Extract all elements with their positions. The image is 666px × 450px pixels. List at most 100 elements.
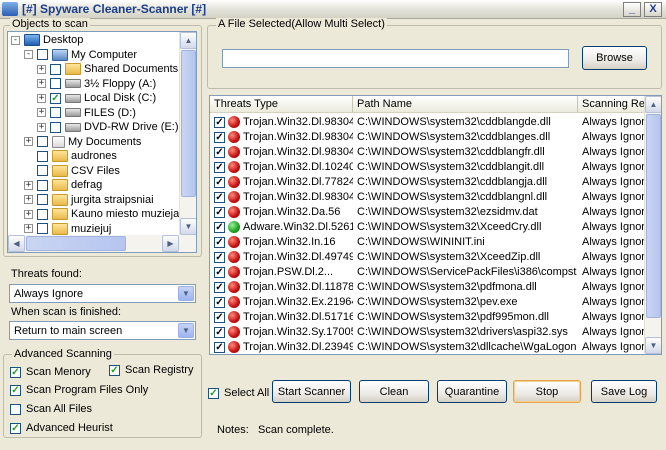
checkbox-icon[interactable] bbox=[214, 237, 225, 248]
checkbox-icon[interactable] bbox=[214, 267, 225, 278]
clean-button[interactable]: Clean bbox=[359, 380, 429, 403]
expand-icon[interactable]: + bbox=[37, 64, 46, 74]
expand-icon[interactable]: + bbox=[37, 79, 46, 88]
browse-button[interactable]: Browse bbox=[582, 46, 647, 70]
list-row[interactable]: Trojan.Win32.Dl.239496 C:\WINDOWS\system3… bbox=[210, 340, 644, 354]
checkbox-icon[interactable] bbox=[50, 92, 61, 104]
tree-node[interactable]: + My Documents bbox=[24, 135, 141, 149]
collapse-icon[interactable]: - bbox=[11, 35, 20, 45]
checkbox-icon[interactable] bbox=[37, 223, 48, 234]
scroll-thumb-horizontal[interactable] bbox=[26, 236, 126, 251]
list-row[interactable]: Trojan.Win32.Dl.98304 C:\WINDOWS\system32… bbox=[210, 145, 644, 160]
checkbox-icon[interactable] bbox=[214, 192, 225, 203]
expand-icon[interactable]: + bbox=[37, 93, 46, 103]
checkbox-icon[interactable] bbox=[214, 222, 225, 233]
list-row[interactable]: Trojan.Win32.Dl.98304 C:\WINDOWS\system32… bbox=[210, 130, 644, 145]
tree-node[interactable]: CSV Files bbox=[24, 164, 120, 178]
tree-node[interactable]: + Shared Documents bbox=[37, 62, 178, 76]
checkbox-icon[interactable] bbox=[214, 297, 225, 308]
scroll-thumb[interactable] bbox=[181, 50, 196, 197]
scan-program-files-checkbox[interactable]: Scan Program Files Only bbox=[10, 384, 148, 396]
checkbox-icon[interactable] bbox=[50, 107, 61, 118]
list-row[interactable]: Trojan.Win32.Dl.102400 C:\WINDOWS\system3… bbox=[210, 160, 644, 175]
checkbox-icon[interactable] bbox=[214, 327, 225, 338]
checkbox-icon[interactable] bbox=[214, 207, 225, 218]
tree-node[interactable]: - My Computer bbox=[24, 48, 137, 62]
chevron-down-icon[interactable]: ▼ bbox=[178, 286, 194, 301]
tree-vertical-scrollbar[interactable]: ▲ ▼ bbox=[179, 32, 196, 235]
list-row[interactable]: Trojan.Win32.Dl.497496 C:\WINDOWS\system3… bbox=[210, 250, 644, 265]
expand-icon[interactable]: + bbox=[37, 108, 46, 117]
advanced-heurist-checkbox[interactable]: Advanced Heurist bbox=[10, 422, 113, 434]
threats-list[interactable]: Threats Type Path Name Scanning Result T… bbox=[209, 95, 662, 355]
checkbox-icon[interactable] bbox=[214, 132, 225, 143]
expand-icon[interactable]: + bbox=[24, 180, 33, 190]
list-row[interactable]: Trojan.Win32.Sy.17005 C:\WINDOWS\system32… bbox=[210, 325, 644, 340]
scroll-down-arrow-icon[interactable]: ▼ bbox=[180, 218, 196, 235]
list-row[interactable]: Trojan.Win32.Dl.98304 C:\WINDOWS\system32… bbox=[210, 115, 644, 130]
checkbox-icon[interactable] bbox=[37, 49, 48, 60]
checkbox-icon[interactable] bbox=[214, 177, 225, 188]
column-header-path-name[interactable]: Path Name bbox=[353, 96, 578, 113]
checkbox-icon[interactable] bbox=[50, 121, 61, 133]
checkbox-icon[interactable] bbox=[37, 194, 48, 205]
scroll-left-arrow-icon[interactable]: ◀ bbox=[8, 235, 25, 252]
expand-icon[interactable]: + bbox=[24, 224, 33, 233]
select-all-checkbox[interactable]: Select All bbox=[208, 387, 269, 399]
list-row[interactable]: Trojan.Win32.Dl.77824 C:\WINDOWS\system32… bbox=[210, 175, 644, 190]
list-row[interactable]: Adware.Win32.Dl.526184 C:\WINDOWS\system3… bbox=[210, 220, 644, 235]
scroll-down-arrow-icon[interactable]: ▼ bbox=[645, 337, 661, 354]
list-row[interactable]: Trojan.PSW.Dl.2... C:\WINDOWS\ServicePack… bbox=[210, 265, 644, 280]
list-row[interactable]: Trojan.Win32.In.16 C:\WINDOWS\WININIT.ini… bbox=[210, 235, 644, 250]
tree-node[interactable]: + FILES (D:) bbox=[37, 106, 136, 120]
scroll-up-arrow-icon[interactable]: ▲ bbox=[645, 96, 661, 113]
checkbox-icon[interactable] bbox=[37, 136, 48, 147]
list-row[interactable]: Trojan.Win32.Dl.51716 C:\WINDOWS\system32… bbox=[210, 310, 644, 325]
scroll-thumb[interactable] bbox=[646, 114, 661, 318]
checkbox-icon[interactable] bbox=[50, 78, 61, 89]
expand-icon[interactable]: + bbox=[24, 209, 33, 219]
scan-memory-checkbox[interactable]: Scan Menory bbox=[10, 366, 91, 378]
checkbox-icon[interactable] bbox=[50, 63, 61, 75]
minimize-button[interactable]: _ bbox=[623, 2, 641, 17]
tree-node[interactable]: + jurgita straipsniai bbox=[24, 193, 154, 207]
scroll-up-arrow-icon[interactable]: ▲ bbox=[180, 32, 196, 49]
collapse-icon[interactable]: - bbox=[24, 50, 33, 59]
list-row[interactable]: Trojan.Win32.Da.56 C:\WINDOWS\system32\ez… bbox=[210, 205, 644, 220]
stop-button[interactable]: Stop bbox=[513, 380, 581, 403]
list-vertical-scrollbar[interactable]: ▲ ▼ bbox=[644, 96, 661, 354]
scan-registry-checkbox[interactable]: Scan Registry bbox=[109, 364, 193, 376]
threats-found-dropdown[interactable]: Always Ignore ▼ bbox=[9, 284, 196, 303]
tree-horizontal-scrollbar[interactable]: ◀ ▶ bbox=[8, 235, 196, 252]
checkbox-icon[interactable] bbox=[214, 252, 225, 263]
tree-node[interactable]: - Desktop bbox=[11, 33, 83, 47]
checkbox-icon[interactable] bbox=[10, 384, 21, 396]
file-path-input[interactable] bbox=[222, 49, 569, 68]
checkbox-icon[interactable] bbox=[214, 342, 225, 353]
checkbox-icon[interactable] bbox=[10, 422, 21, 434]
checkbox-icon[interactable] bbox=[214, 147, 225, 158]
list-row[interactable]: Trojan.Win32.Dl.118784 C:\WINDOWS\system3… bbox=[210, 280, 644, 295]
chevron-down-icon[interactable]: ▼ bbox=[178, 323, 194, 338]
tree-node[interactable]: + DVD-RW Drive (E:) bbox=[37, 120, 179, 134]
when-finished-dropdown[interactable]: Return to main screen ▼ bbox=[9, 321, 196, 340]
column-header-scanning-result[interactable]: Scanning Result bbox=[578, 96, 646, 113]
checkbox-icon[interactable] bbox=[37, 165, 48, 176]
column-header-threats-type[interactable]: Threats Type bbox=[210, 96, 353, 113]
tree-node[interactable]: + Local Disk (C:) bbox=[37, 91, 156, 105]
list-row[interactable]: Trojan.Win32.Dl.98304 C:\WINDOWS\system32… bbox=[210, 190, 644, 205]
checkbox-icon[interactable] bbox=[109, 364, 120, 376]
checkbox-icon[interactable] bbox=[10, 366, 21, 378]
list-row[interactable]: Trojan.Win32.Ex.219648 C:\WINDOWS\system3… bbox=[210, 295, 644, 310]
tree-node[interactable]: audrones bbox=[24, 149, 117, 163]
checkbox-icon[interactable] bbox=[10, 403, 21, 415]
objects-tree[interactable]: - Desktop - My Computer + Shared Documents +3½… bbox=[7, 31, 197, 253]
close-button[interactable]: X bbox=[644, 2, 662, 17]
scroll-right-arrow-icon[interactable]: ▶ bbox=[162, 235, 179, 252]
tree-node[interactable]: + defrag bbox=[24, 178, 102, 192]
expand-icon[interactable]: + bbox=[24, 137, 33, 146]
checkbox-icon[interactable] bbox=[214, 312, 225, 323]
scan-all-files-checkbox[interactable]: Scan All Files bbox=[10, 403, 92, 415]
tree-node[interactable]: +3½ Floppy (A:) bbox=[37, 77, 156, 91]
expand-icon[interactable]: + bbox=[24, 195, 33, 204]
